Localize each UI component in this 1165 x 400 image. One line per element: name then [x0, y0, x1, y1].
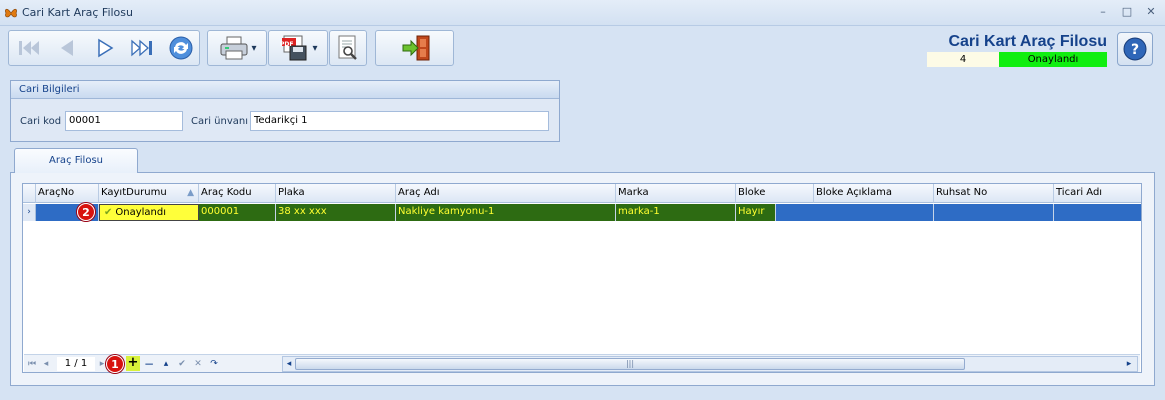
printer-icon: [220, 36, 248, 60]
close-button[interactable]: ✕: [1142, 4, 1160, 20]
pdf-save-button[interactable]: PDF ▾: [271, 33, 327, 63]
check-icon: ✔: [104, 207, 113, 218]
exit-button[interactable]: [378, 33, 453, 63]
previous-record-button[interactable]: [49, 33, 85, 63]
refresh-icon: [169, 36, 193, 60]
exit-door-icon: [402, 35, 429, 61]
status-badge: Onaylandı: [999, 52, 1107, 67]
cell-bloke[interactable]: Hayır: [736, 204, 776, 221]
cari-bilgileri-title: Cari Bilgileri: [11, 81, 559, 99]
scroll-right-icon[interactable]: ▸: [1123, 357, 1135, 371]
first-record-button[interactable]: [11, 33, 47, 63]
navigator-prev-icon[interactable]: ◂: [40, 357, 52, 371]
preview-group: [329, 30, 367, 66]
column-header-marka[interactable]: Marka: [616, 184, 736, 203]
pdf-label: PDF: [280, 41, 294, 48]
column-header-plaka[interactable]: Plaka: [276, 184, 396, 203]
column-header-arac-kodu[interactable]: Araç Kodu: [199, 184, 276, 203]
navigator-remove-icon[interactable]: −: [143, 357, 155, 371]
exit-group: [375, 30, 454, 66]
pdf-save-icon: [282, 35, 307, 61]
sort-ascending-icon: ▲: [187, 188, 194, 198]
cari-kod-input[interactable]: 00001: [65, 111, 183, 131]
preview-button[interactable]: [330, 33, 366, 63]
print-button[interactable]: ▾: [210, 33, 266, 63]
navigator-first-icon[interactable]: ⏮: [26, 357, 38, 371]
maximize-button[interactable]: □: [1118, 4, 1136, 20]
record-navigation-group: [8, 30, 200, 66]
column-header-ruhsat-no[interactable]: Ruhsat No: [934, 184, 1054, 203]
page-title: Cari Kart Araç Filosu: [948, 33, 1107, 50]
column-header-bloke[interactable]: Bloke: [736, 184, 814, 203]
arac-filosu-grid: AraçNo KayıtDurumu ▲ Araç Kodu Plaka Ara…: [22, 183, 1142, 373]
last-record-icon: [131, 39, 152, 57]
horizontal-scrollbar[interactable]: ◂ ||| ▸: [282, 356, 1138, 372]
first-record-icon: [19, 41, 39, 55]
cari-unvan-label: Cari ünvanı: [191, 116, 249, 127]
navigator-add-button[interactable]: +: [126, 356, 140, 371]
annotation-badge-1: 1: [106, 355, 124, 373]
pdf-dropdown-arrow[interactable]: ▾: [312, 43, 317, 54]
next-record-button[interactable]: [87, 33, 123, 63]
next-record-icon: [98, 38, 114, 58]
navigator-confirm-icon[interactable]: ✔: [176, 357, 188, 371]
pdf-group: PDF ▾: [268, 30, 328, 66]
minimize-button[interactable]: –: [1094, 4, 1112, 20]
scroll-thumb[interactable]: |||: [295, 358, 965, 370]
cell-arac-adi[interactable]: Nakliye kamyonu-1: [396, 204, 616, 221]
refresh-button[interactable]: [163, 33, 199, 63]
cell-marka[interactable]: marka-1: [616, 204, 736, 221]
row-indicator[interactable]: ›: [23, 204, 36, 221]
title-bar: Cari Kart Araç Filosu – □ ✕: [0, 0, 1165, 26]
page-search-icon: [338, 35, 357, 60]
navigator-refresh-icon[interactable]: ↷: [208, 357, 220, 371]
help-button[interactable]: ?: [1117, 32, 1153, 66]
column-header-bloke-aciklama[interactable]: Bloke Açıklama: [814, 184, 934, 203]
navigator-up-icon[interactable]: ▴: [160, 357, 172, 371]
butterfly-icon: [5, 8, 17, 18]
column-header-kayit-durumu-label: KayıtDurumu: [101, 187, 167, 198]
print-group: ▾: [207, 30, 267, 66]
page-info: 1 / 1: [57, 357, 95, 371]
cari-bilgileri-group: Cari Bilgileri Cari kod 00001 Cari ünvan…: [10, 80, 560, 142]
help-glyph: ?: [1131, 42, 1139, 58]
column-header-arac-adi[interactable]: Araç Adı: [396, 184, 616, 203]
previous-record-icon: [61, 40, 73, 56]
column-header-kayit-durumu[interactable]: KayıtDurumu ▲: [99, 184, 199, 203]
cell-arac-kodu[interactable]: 000001: [199, 204, 276, 221]
cari-unvan-input[interactable]: Tedarikçi 1: [250, 111, 549, 131]
row-indicator-header: [23, 184, 36, 203]
cell-ruhsat-no[interactable]: [934, 204, 1054, 221]
navigator-cancel-icon[interactable]: ✕: [192, 357, 204, 371]
last-record-button[interactable]: [125, 33, 161, 63]
column-header-arac-no[interactable]: AraçNo: [36, 184, 99, 203]
window-title: Cari Kart Araç Filosu: [22, 6, 133, 19]
help-icon: ?: [1123, 37, 1147, 61]
scroll-grip: |||: [625, 359, 635, 368]
scroll-left-icon[interactable]: ◂: [283, 357, 295, 371]
cell-plaka[interactable]: 38 xx xxx: [276, 204, 396, 221]
cell-kayit-durumu-text: Onaylandı: [115, 207, 167, 218]
print-dropdown-arrow[interactable]: ▾: [251, 43, 256, 54]
tab-arac-filosu[interactable]: Araç Filosu: [14, 148, 138, 173]
cari-kod-label: Cari kod: [20, 116, 62, 127]
annotation-badge-2: 2: [77, 203, 95, 221]
column-header-ticari-adi[interactable]: Ticari Adı: [1054, 184, 1141, 203]
cell-kayit-durumu[interactable]: ✔ Onaylandı: [99, 204, 199, 221]
cell-bloke-aciklama[interactable]: [814, 204, 934, 221]
record-count: 4: [927, 52, 999, 67]
grid-navigator: ⏮ ◂ 1 / 1 ▸ + − ▴ ✔ ✕ ↷ ◂ ||| ▸: [24, 354, 1140, 372]
cell-ticari-adi[interactable]: [1054, 204, 1141, 221]
